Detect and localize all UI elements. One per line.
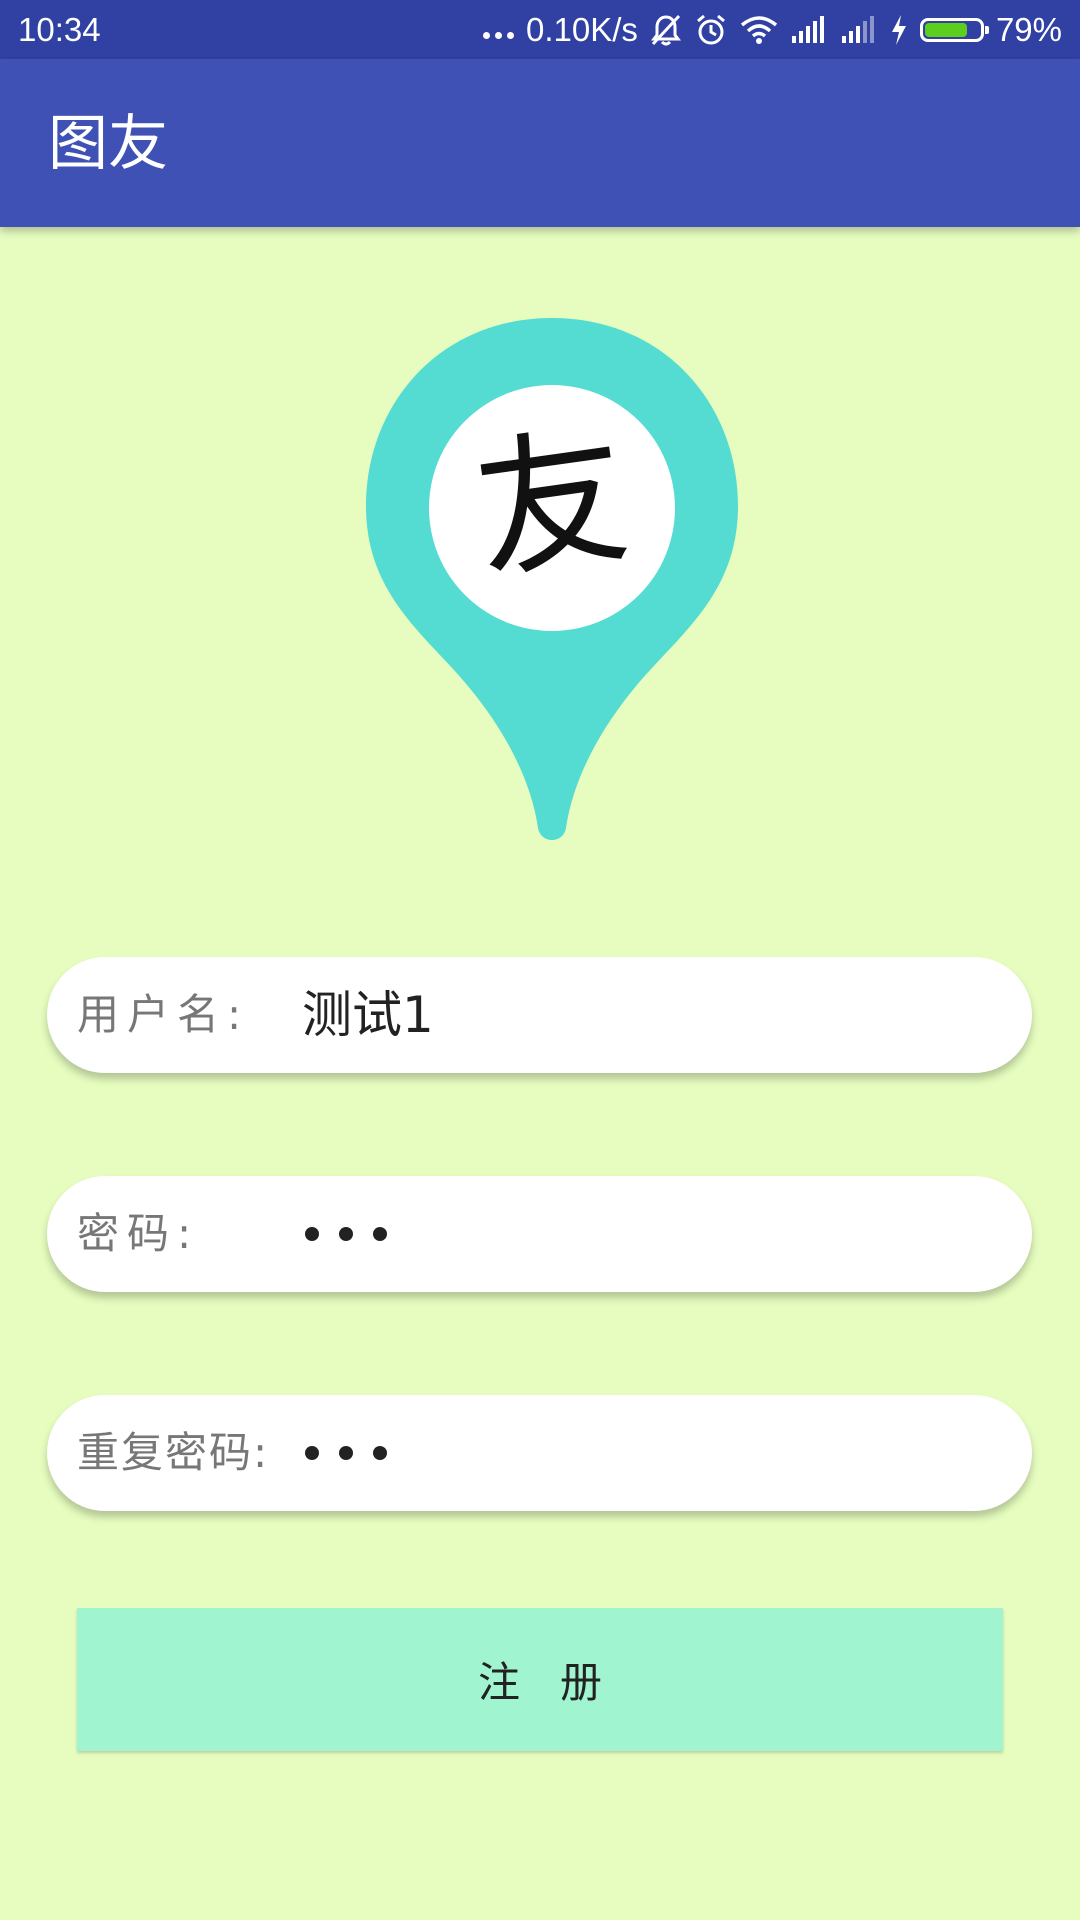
- password-dot: [373, 1227, 387, 1241]
- username-input[interactable]: 测试1: [302, 957, 434, 1073]
- logo-character: 友: [465, 408, 638, 601]
- more-dots-icon: [483, 31, 515, 39]
- password-dot: [305, 1446, 319, 1460]
- password-label: 密码:: [77, 1209, 200, 1258]
- username-field[interactable]: 用户名: 测试1: [47, 957, 1032, 1073]
- alarm-icon: [696, 14, 725, 45]
- app-logo: 友: [366, 318, 738, 840]
- battery-fill: [924, 23, 967, 37]
- charging-icon: [891, 15, 906, 45]
- app-bar: 图友: [0, 59, 1080, 227]
- password-dot: [339, 1446, 353, 1460]
- password-dot: [339, 1227, 353, 1241]
- battery-icon: [919, 18, 989, 42]
- register-button[interactable]: 注册: [77, 1608, 1003, 1751]
- status-icons: 0.10K/s 79%: [471, 8, 1062, 52]
- password-dot: [305, 1227, 319, 1241]
- password-dot: [373, 1446, 387, 1460]
- battery-percent: 79%: [995, 11, 1062, 48]
- signal-icon: [791, 16, 824, 43]
- repeat-password-label: 重复密码:: [77, 1428, 270, 1477]
- app-title: 图友: [48, 109, 168, 179]
- signal-icon: [841, 16, 874, 43]
- repeat-password-field[interactable]: 重复密码:: [47, 1395, 1032, 1511]
- repeat-password-input[interactable]: [305, 1395, 387, 1511]
- password-input[interactable]: [305, 1176, 387, 1292]
- password-field[interactable]: 密码:: [47, 1176, 1032, 1292]
- username-label: 用户名:: [77, 990, 250, 1039]
- status-time: 10:34: [18, 11, 101, 48]
- wifi-icon: [740, 16, 778, 44]
- status-bar: 10:34 0.10K/s 79%: [0, 0, 1080, 59]
- mute-icon: [650, 14, 681, 46]
- network-speed: 0.10K/s: [526, 11, 638, 48]
